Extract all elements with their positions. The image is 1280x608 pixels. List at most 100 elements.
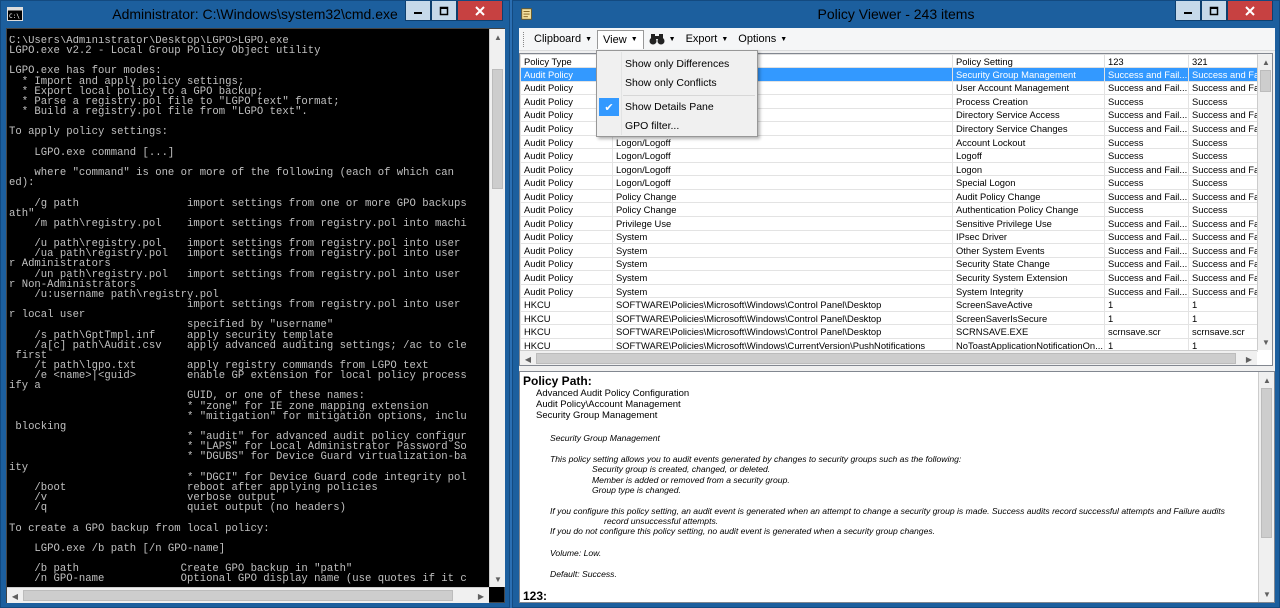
hscroll-thumb[interactable]: [23, 590, 453, 601]
column-header[interactable]: 321: [1188, 54, 1258, 68]
grid-hscroll[interactable]: ◀ ▶: [520, 350, 1257, 365]
table-row[interactable]: Audit Policy System System Integrity Succes…: [520, 283, 1258, 299]
desc-config: If you configure this policy setting, an…: [550, 506, 1225, 517]
table-cell: Success: [1188, 94, 1258, 109]
toolbar: Clipboard ▼ View ▼ ▼ Export ▼ Options ▼: [519, 28, 1275, 51]
close-icon: [475, 5, 485, 16]
table-cell: Success and Fail...: [1104, 188, 1189, 204]
export-label: Export: [685, 33, 718, 45]
minimize-button[interactable]: [1175, 1, 1201, 21]
maximize-button[interactable]: [431, 1, 457, 21]
console-output[interactable]: C:\Users\Administrator\Desktop\LGPO>LGPO…: [6, 28, 505, 603]
details-vscroll[interactable]: ▲ ▼: [1258, 372, 1274, 602]
find-button[interactable]: ▼: [644, 30, 681, 49]
chevron-down-icon: ▼: [721, 35, 729, 43]
scroll-down-icon[interactable]: ▼: [490, 571, 506, 587]
table-cell: Audit Policy: [520, 283, 613, 299]
options-label: Options: [738, 33, 777, 45]
cmd-titlebar[interactable]: C:\ Administrator: C:\Windows\system32\c…: [1, 1, 509, 28]
grid-vscroll-thumb[interactable]: [1260, 70, 1271, 92]
scroll-down-icon[interactable]: ▼: [1259, 586, 1274, 602]
menu-item-label: GPO filter...: [625, 120, 680, 132]
table-row[interactable]: Audit Policy Policy Change Audit Policy Ch…: [520, 188, 1258, 204]
minimize-button[interactable]: [405, 1, 431, 21]
table-cell: Security State Change: [952, 256, 1105, 272]
table-cell: scrnsave.scr: [1104, 324, 1189, 339]
column-header[interactable]: Policy Setting: [952, 54, 1105, 68]
table-row[interactable]: Audit Policy System Other System Events Suc…: [520, 243, 1258, 258]
menu-item-label: Show Details Pane: [625, 101, 714, 113]
view-menu[interactable]: View ▼: [597, 29, 644, 49]
toolbar-grip[interactable]: [523, 31, 525, 47]
details-vscroll-thumb[interactable]: [1261, 388, 1272, 538]
policy-path-line: Security Group Management: [536, 410, 658, 421]
table-cell: SOFTWARE\Policies\Microsoft\Windows\Cont…: [612, 324, 953, 339]
table-cell: System: [612, 243, 953, 258]
table-cell: Success and Fa: [1188, 270, 1258, 285]
menu-item-label: Show only Conflicts: [625, 77, 717, 89]
table-cell: Success: [1188, 148, 1258, 163]
grid-vscroll[interactable]: ▲ ▼: [1257, 54, 1272, 350]
gpo-heading: 123:: [523, 589, 548, 603]
table-cell: Audit Policy: [520, 229, 613, 245]
table-row[interactable]: Audit Policy Logon/Logoff Logoff Success Suc…: [520, 148, 1258, 163]
table-row[interactable]: Audit Policy System IPsec Driver Success an…: [520, 229, 1258, 245]
scroll-left-icon[interactable]: ◀: [520, 351, 536, 365]
table-row[interactable]: Audit Policy System Security System Extens…: [520, 270, 1258, 285]
table-cell: SOFTWARE\Policies\Microsoft\Windows\Cont…: [612, 310, 953, 326]
binoculars-icon: [649, 34, 665, 45]
scroll-up-icon[interactable]: ▲: [490, 29, 506, 45]
table-cell: Logoff: [952, 148, 1105, 163]
options-menu[interactable]: Options ▼: [733, 30, 792, 49]
table-cell: Success and Fail...: [1104, 216, 1189, 231]
table-cell: User Account Management: [952, 80, 1105, 96]
checkmark-icon: ✔: [599, 98, 619, 116]
table-row[interactable]: Audit Policy System Security State Change S…: [520, 256, 1258, 272]
table-row[interactable]: Audit Policy Logon/Logoff Account Lockout S…: [520, 134, 1258, 150]
table-cell: Audit Policy: [520, 188, 613, 204]
pv-titlebar[interactable]: Policy Viewer - 243 items: [513, 1, 1279, 28]
scroll-up-icon[interactable]: ▲: [1259, 372, 1274, 388]
menu-item-show-only-differences[interactable]: Show only Differences: [598, 54, 756, 74]
table-row[interactable]: HKCU SOFTWARE\Policies\Microsoft\Windows\…: [520, 297, 1258, 312]
table-row[interactable]: Audit Policy Logon/Logoff Special Logon Suc…: [520, 175, 1258, 190]
scroll-left-icon[interactable]: ◀: [7, 588, 23, 604]
menu-item-show-only-conflicts[interactable]: Show only Conflicts: [598, 73, 756, 93]
console-line: * "DGUBS" for Device Guard virtualizatio…: [9, 451, 467, 464]
scroll-up-icon[interactable]: ▲: [1258, 54, 1272, 70]
menu-item-label: Show only Differences: [625, 58, 730, 70]
table-cell: 1: [1104, 310, 1189, 326]
export-menu[interactable]: Export ▼: [681, 30, 734, 49]
table-cell: Success and Fa: [1188, 121, 1258, 136]
menu-item-gpo-filter[interactable]: GPO filter...: [598, 116, 756, 136]
console-vscroll[interactable]: ▲ ▼: [489, 29, 505, 587]
scroll-right-icon[interactable]: ▶: [473, 588, 489, 604]
table-cell: Success and Fa: [1188, 107, 1258, 123]
table-cell: Success: [1188, 134, 1258, 150]
table-row[interactable]: Audit Policy Privilege Use Sensitive Privi…: [520, 216, 1258, 231]
table-cell: Success and Fa: [1188, 67, 1258, 82]
console-line: where "command" is one or more of the fo…: [9, 167, 455, 180]
table-cell: Success and Fail...: [1104, 161, 1189, 177]
column-header[interactable]: 123: [1104, 54, 1189, 68]
table-row[interactable]: HKCU SOFTWARE\Policies\Microsoft\Windows\…: [520, 324, 1258, 339]
table-cell: System: [612, 283, 953, 299]
scroll-thumb[interactable]: [492, 69, 503, 189]
console-line: /n GPO-name Optional GPO display name (u…: [9, 573, 467, 586]
table-cell: Success and Fail...: [1104, 121, 1189, 136]
console-hscroll[interactable]: ◀ ▶: [7, 587, 489, 603]
grid-hscroll-thumb[interactable]: [536, 353, 1236, 364]
table-row[interactable]: HKCU SOFTWARE\Policies\Microsoft\Windows\…: [520, 310, 1258, 326]
maximize-button[interactable]: [1201, 1, 1227, 21]
scroll-down-icon[interactable]: ▼: [1258, 334, 1272, 350]
scroll-right-icon[interactable]: ▶: [1241, 351, 1257, 365]
console-text: C:\Users\Administrator\Desktop\LGPO>LGPO…: [9, 36, 485, 586]
table-row[interactable]: Audit Policy Policy Change Authentication …: [520, 202, 1258, 217]
table-cell: Directory Service Access: [952, 107, 1105, 123]
clipboard-menu[interactable]: Clipboard ▼: [529, 30, 597, 49]
table-row[interactable]: Audit Policy Logon/Logoff Logon Success and…: [520, 161, 1258, 177]
menu-item-show-details-pane[interactable]: ✔ Show Details Pane: [598, 97, 756, 117]
desc-item: Security group is created, changed, or d…: [592, 464, 771, 475]
close-button[interactable]: [1227, 1, 1273, 21]
close-button[interactable]: [457, 1, 503, 21]
